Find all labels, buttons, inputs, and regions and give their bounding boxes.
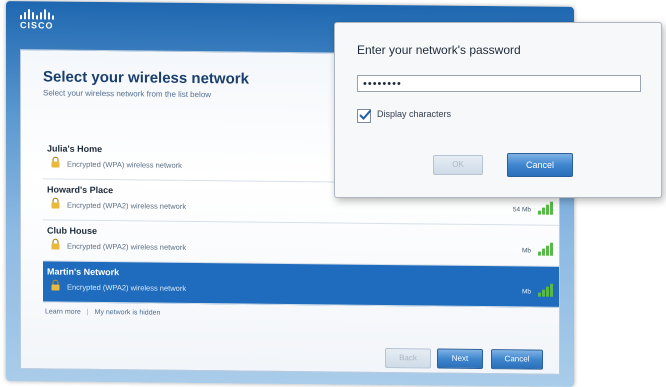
page-title: Select your wireless network — [43, 68, 249, 88]
password-field[interactable]: •••••••• — [357, 75, 641, 92]
network-security: Encrypted (WPA2) wireless network — [67, 282, 187, 293]
password-dialog: Enter your network's password •••••••• D… — [334, 22, 662, 198]
signal-icon — [538, 283, 553, 297]
help-links: Learn more | My network is hidden — [45, 308, 160, 316]
network-security: Encrypted (WPA) wireless network — [67, 159, 182, 170]
network-speed: Mb — [521, 247, 531, 255]
lock-icon — [51, 156, 60, 168]
lock-icon — [51, 197, 60, 209]
lock-icon — [51, 238, 60, 250]
display-characters-checkbox[interactable] — [357, 109, 372, 123]
cisco-logo: CISCO — [20, 9, 54, 31]
network-security: Encrypted (WPA2) wireless network — [67, 200, 187, 211]
signal-icon — [538, 242, 553, 256]
network-security: Encrypted (WPA2) wireless network — [67, 241, 187, 252]
back-button[interactable]: Back — [385, 347, 431, 369]
ok-button[interactable]: OK — [433, 155, 483, 175]
cisco-logo-bars — [20, 9, 54, 20]
network-name: Howard's Place — [47, 184, 114, 196]
network-speed: Mb — [521, 288, 531, 296]
dialog-title: Enter your network's password — [357, 43, 521, 57]
lock-icon — [51, 279, 60, 291]
network-item-club-house[interactable]: Club House Encrypted (WPA2) wireless net… — [43, 220, 559, 267]
cancel-button[interactable]: Cancel — [491, 349, 543, 370]
network-speed: 54 Mb — [512, 206, 531, 214]
signal-icon — [538, 201, 553, 215]
hidden-network-link[interactable]: My network is hidden — [95, 309, 161, 317]
network-name: Julia's Home — [47, 143, 103, 155]
display-characters-label: Display characters — [377, 109, 452, 119]
page-subtitle: Select your wireless network from the li… — [43, 88, 212, 100]
next-button[interactable]: Next — [437, 348, 483, 370]
network-item-martins-network[interactable]: Martin's Network Encrypted (WPA2) wirele… — [43, 261, 559, 308]
network-name: Martin's Network — [47, 266, 120, 278]
dialog-cancel-button[interactable]: Cancel — [507, 153, 573, 177]
learn-more-link[interactable]: Learn more — [45, 308, 81, 315]
checkmark-icon — [359, 109, 372, 120]
cisco-logo-text: CISCO — [20, 20, 54, 31]
link-separator: | — [86, 308, 89, 316]
network-name: Club House — [47, 225, 98, 236]
